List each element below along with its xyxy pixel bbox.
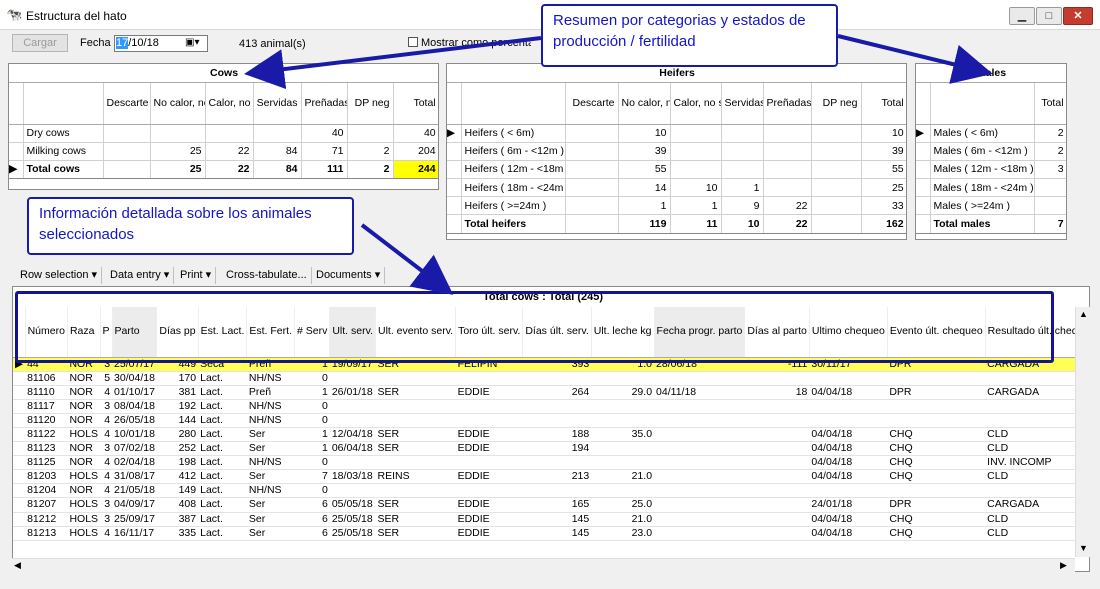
arrow-to-detail (360, 223, 454, 295)
arrow-to-cows (244, 36, 542, 90)
callout-arrows (244, 34, 993, 295)
arrow-to-males (837, 34, 993, 84)
